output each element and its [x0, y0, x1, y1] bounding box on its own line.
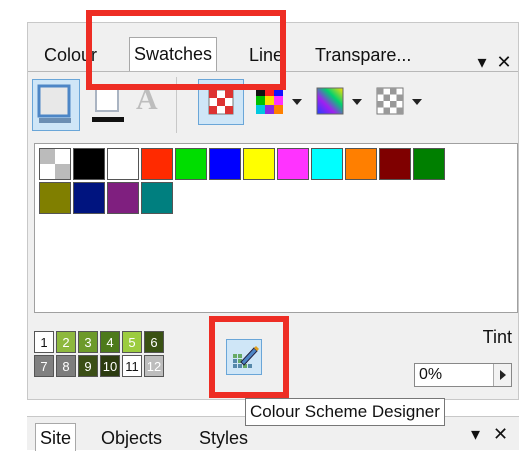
swatch-orange[interactable] — [345, 148, 377, 180]
swatch-blue[interactable] — [209, 148, 241, 180]
swatch-cyan[interactable] — [311, 148, 343, 180]
colour-palette-button[interactable] — [256, 87, 284, 115]
swatch-purple[interactable] — [107, 182, 139, 214]
scheme-9-button[interactable]: 9 — [78, 355, 98, 377]
pattern-dropdown-icon[interactable] — [412, 99, 422, 105]
gradient-button[interactable] — [316, 87, 344, 115]
tooltip: Colour Scheme Designer — [245, 398, 445, 426]
scheme-1-button[interactable]: 1 — [34, 331, 54, 353]
tint-arrow-icon[interactable] — [493, 364, 511, 386]
scheme-6-button[interactable]: 6 — [144, 331, 164, 353]
gradient-icon — [316, 87, 344, 115]
tab-transparency[interactable]: Transpare... — [311, 41, 415, 69]
scheme-12-button[interactable]: 12 — [144, 355, 164, 377]
tab-site[interactable]: Site — [35, 423, 77, 451]
scheme-3-button[interactable]: 3 — [78, 331, 98, 353]
colour-palette-dropdown-icon[interactable] — [292, 99, 302, 105]
swatch-navy[interactable] — [73, 182, 105, 214]
scheme-8-button[interactable]: 8 — [56, 355, 76, 377]
swatch-none[interactable] — [39, 148, 71, 180]
swatch-magenta[interactable] — [277, 148, 309, 180]
swatch-dark-green[interactable] — [413, 148, 445, 180]
swatch-grid — [34, 143, 518, 313]
swatch-green[interactable] — [175, 148, 207, 180]
swatch-red[interactable] — [141, 148, 173, 180]
scheme-designer-highlight — [209, 316, 289, 398]
scheme-10-button[interactable]: 10 — [100, 355, 120, 377]
pattern-icon — [376, 87, 404, 115]
tint-input[interactable]: 0% — [414, 363, 512, 387]
scheme-4-button[interactable]: 4 — [100, 331, 120, 353]
tab-styles[interactable]: Styles — [199, 425, 248, 451]
scheme-7-button[interactable]: 7 — [34, 355, 54, 377]
swatches-tab-highlight — [86, 10, 286, 90]
lower-panel-menu-icon[interactable]: ▾ — [471, 421, 480, 447]
swatch-teal[interactable] — [141, 182, 173, 214]
swatch-black[interactable] — [73, 148, 105, 180]
swatch-maroon[interactable] — [379, 148, 411, 180]
swatch-white[interactable] — [107, 148, 139, 180]
fill-icon — [37, 84, 71, 123]
swatch-yellow[interactable] — [243, 148, 275, 180]
swatch-olive[interactable] — [39, 182, 71, 214]
scheme-5-button[interactable]: 5 — [122, 331, 142, 353]
scheme-2-button[interactable]: 2 — [56, 331, 76, 353]
tint-label: Tint — [482, 327, 512, 347]
scheme-11-button[interactable]: 11 — [122, 355, 142, 377]
pattern-button[interactable] — [376, 87, 404, 115]
lower-panel-close-icon[interactable]: ✕ — [493, 421, 508, 447]
gradient-dropdown-icon[interactable] — [352, 99, 362, 105]
fill-tool-button[interactable] — [32, 79, 80, 131]
colour-palette-icon — [256, 87, 283, 114]
tab-objects[interactable]: Objects — [101, 425, 162, 451]
tint-value: 0% — [419, 366, 443, 383]
no-colour-icon — [40, 149, 70, 179]
